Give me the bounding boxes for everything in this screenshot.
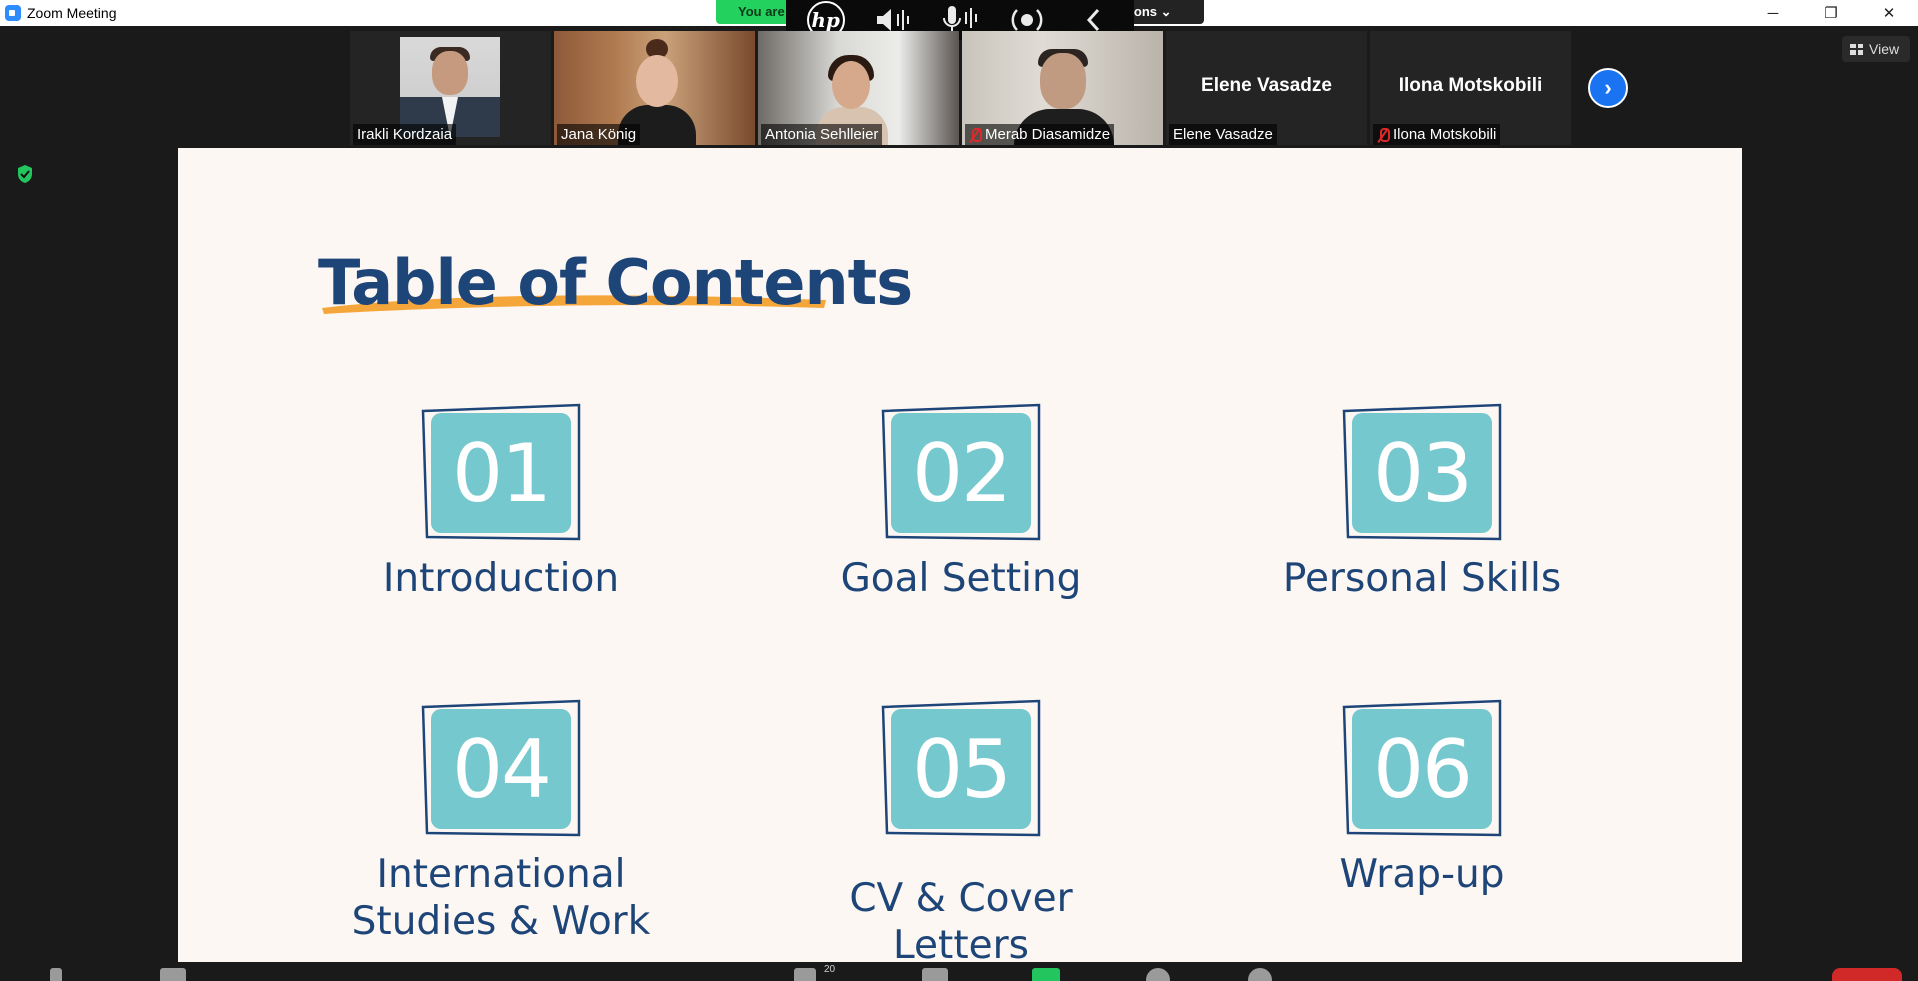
participant-photo — [400, 37, 500, 137]
chat-button[interactable] — [922, 968, 948, 981]
participant-tile[interactable]: Elene Vasadze Elene Vasadze — [1166, 31, 1367, 145]
slide-title: Table of Contents — [318, 246, 913, 319]
toc-number: 02 — [891, 413, 1031, 533]
toc-item: 04 International Studies & Work — [351, 699, 651, 945]
end-meeting-button[interactable] — [1832, 968, 1902, 981]
toc-label-line: Studies & Work — [351, 899, 651, 944]
toc-label: Goal Setting — [840, 556, 1082, 601]
share-screen-button[interactable] — [1032, 968, 1060, 981]
participant-name: Irakli Kordzaia — [353, 124, 457, 145]
participant-count: 20 — [824, 964, 836, 975]
toc-label: International Studies & Work — [351, 851, 651, 945]
toc-number: 05 — [891, 709, 1031, 829]
toc-number: 01 — [431, 413, 571, 533]
video-button[interactable] — [160, 968, 186, 981]
toc-label: Wrap-up — [1339, 852, 1505, 897]
mic-muted-icon — [1377, 127, 1390, 142]
minimize-button[interactable]: ─ — [1744, 0, 1802, 26]
close-button[interactable]: ✕ — [1860, 0, 1918, 26]
participant-name: Ilona Motskobili — [1373, 124, 1501, 145]
participants-button[interactable] — [794, 968, 816, 981]
toc-item: 03 Personal Skills — [1272, 403, 1572, 602]
chevron-right-icon: › — [1604, 75, 1612, 100]
shared-screen-slide: Table of Contents 01 Introduction 02 Goa… — [178, 148, 1742, 968]
participant-name: Jana König — [557, 124, 641, 145]
toc-number: 04 — [431, 709, 571, 829]
speaker-icon — [876, 9, 909, 31]
toc-number: 06 — [1352, 709, 1492, 829]
toc-item: 01 Introduction — [351, 403, 651, 602]
toc-item: 05 CV & Cover Letters — [811, 699, 1111, 969]
toc-item: 06 Wrap-up — [1272, 699, 1572, 898]
window-title: Zoom Meeting — [27, 5, 117, 21]
participant-name: Merab Diasamidze — [965, 124, 1115, 145]
view-button-label: View — [1869, 41, 1900, 57]
toc-label: Personal Skills — [1282, 556, 1562, 601]
security-shield-icon[interactable] — [15, 164, 35, 184]
restore-button[interactable]: ❐ — [1802, 0, 1860, 26]
window-controls: ─ ❐ ✕ — [1744, 0, 1918, 26]
participant-name: Antonia Sehlleier — [761, 124, 883, 145]
mute-button[interactable] — [50, 968, 62, 981]
participant-tile[interactable]: Jana König — [554, 31, 755, 145]
toc-item: 02 Goal Setting — [811, 403, 1111, 602]
meeting-controls-bar: 20 — [0, 962, 1918, 981]
participant-tile[interactable]: Ilona Motskobili Ilona Motskobili — [1370, 31, 1571, 145]
toc-label: CV & Cover Letters — [849, 876, 1073, 968]
participant-tile[interactable]: Merab Diasamidze — [962, 31, 1163, 145]
record-button[interactable] — [1146, 968, 1170, 981]
participant-display-name: Ilona Motskobili — [1398, 75, 1543, 96]
participant-tile-active-speaker[interactable]: Antonia Sehlleier — [758, 31, 959, 145]
mic-muted-icon — [969, 127, 982, 142]
next-participants-button[interactable]: › — [1588, 68, 1628, 108]
grid-view-icon — [1850, 43, 1863, 55]
reactions-button[interactable] — [1248, 968, 1272, 981]
toc-label-line: International — [376, 852, 626, 897]
zoom-app-icon — [5, 5, 21, 21]
chevron-left-icon — [1087, 8, 1100, 32]
participant-video-strip: Irakli Kordzaia Jana König Antonia Sehll… — [350, 31, 1571, 145]
toc-number: 03 — [1352, 413, 1492, 533]
toc-label: Introduction — [382, 556, 620, 601]
participant-tile[interactable]: Irakli Kordzaia — [350, 31, 551, 145]
view-button[interactable]: View — [1842, 36, 1910, 62]
participant-display-name: Elene Vasadze — [1201, 75, 1332, 96]
participant-name: Elene Vasadze — [1169, 124, 1277, 145]
